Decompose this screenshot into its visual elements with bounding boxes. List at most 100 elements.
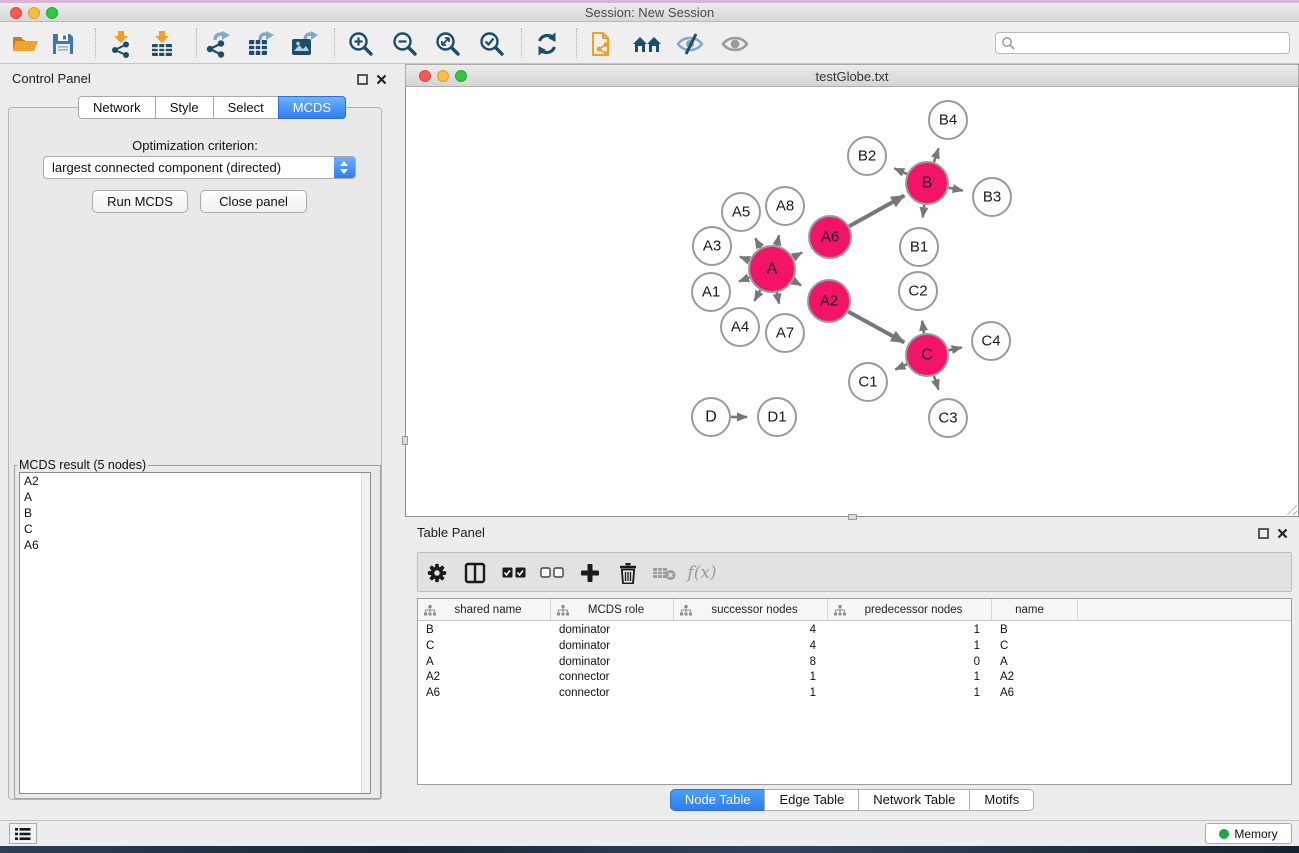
export-image-icon[interactable] <box>288 29 320 58</box>
task-list-button[interactable] <box>9 823 37 844</box>
cell-name[interactable]: A2 <box>992 670 1078 686</box>
tab-motifs[interactable]: Motifs <box>969 789 1034 811</box>
close-panel-button[interactable]: Close panel <box>200 190 307 213</box>
window-edge-handle[interactable] <box>848 514 857 520</box>
float-panel-icon[interactable] <box>357 72 368 83</box>
cell-successor-nodes[interactable]: 1 <box>674 686 828 702</box>
mcds-result-item[interactable]: B <box>20 505 370 521</box>
search-input[interactable] <box>1015 34 1289 52</box>
zoom-in-magnifier-icon[interactable] <box>345 29 377 58</box>
save-floppy-icon[interactable] <box>47 29 79 58</box>
cell-successor-nodes[interactable]: 4 <box>674 623 828 639</box>
cell-predecessor-nodes[interactable]: 1 <box>828 623 992 639</box>
graph-edge-A-A7[interactable] <box>777 293 779 304</box>
graph-edge-B-B1[interactable] <box>923 205 925 217</box>
close-panel-icon[interactable] <box>376 72 387 83</box>
graph-edge-A-A3[interactable] <box>740 257 750 261</box>
cell-MCDS-role[interactable]: dominator <box>551 639 674 655</box>
graph-edge-B-B2[interactable] <box>894 168 907 174</box>
column-header-successor-nodes[interactable]: successor nodes <box>674 599 828 621</box>
mcds-result-list[interactable]: A2ABCA6 <box>19 472 371 794</box>
close-table-panel-icon[interactable] <box>1277 526 1288 537</box>
cell-name[interactable]: A <box>992 655 1078 671</box>
table-row[interactable]: Cdominator41C <box>418 639 1291 655</box>
eye-slash-icon[interactable] <box>674 29 706 58</box>
houses-icon[interactable] <box>631 29 663 58</box>
trash-icon[interactable] <box>613 559 643 587</box>
network-canvas[interactable]: B4B2BB3A8A5A6A3B1AA1C2A2A4A7C4CC1C3DD1 <box>405 87 1299 517</box>
toolbar-search[interactable] <box>995 32 1290 54</box>
graph-edge-C-C2[interactable] <box>922 321 924 334</box>
open-folder-icon[interactable] <box>9 29 41 58</box>
unchecked-checkboxes-icon[interactable] <box>537 559 567 587</box>
cell-successor-nodes[interactable]: 8 <box>674 655 828 671</box>
zoom-selected-magnifier-icon[interactable] <box>476 29 508 58</box>
zoom-fit-magnifier-icon[interactable] <box>432 29 464 58</box>
network-graph[interactable]: B4B2BB3A8A5A6A3B1AA1C2A2A4A7C4CC1C3DD1 <box>406 87 1298 515</box>
cell-predecessor-nodes[interactable]: 0 <box>828 655 992 671</box>
mcds-result-item[interactable]: A6 <box>20 537 370 553</box>
graph-edge-C-C4[interactable] <box>948 347 961 350</box>
column-header-predecessor-nodes[interactable]: predecessor nodes <box>828 599 992 621</box>
graph-edge-C-C1[interactable] <box>895 364 907 369</box>
refresh-arrows-icon[interactable] <box>531 29 563 58</box>
cell-successor-nodes[interactable]: 4 <box>674 639 828 655</box>
memory-button[interactable]: Memory <box>1205 823 1292 844</box>
gear-icon[interactable] <box>422 559 452 587</box>
cell-shared-name[interactable]: A <box>418 655 551 671</box>
network-document-icon[interactable] <box>588 29 620 58</box>
dropdown-stepper-icon[interactable] <box>334 157 355 178</box>
graph-edge-A-A4[interactable] <box>754 290 760 301</box>
table-row[interactable]: Adominator80A <box>418 655 1291 671</box>
graph-edge-C-C3[interactable] <box>934 376 939 390</box>
cell-name[interactable]: B <box>992 623 1078 639</box>
graph-edge-A-A2[interactable] <box>793 281 801 286</box>
tab-mcds[interactable]: MCDS <box>278 96 346 119</box>
graph-edge-A2-C[interactable] <box>848 312 904 343</box>
optimization-criterion-dropdown[interactable]: largest connected component (directed) <box>43 156 356 179</box>
graph-edge-A-A6[interactable] <box>793 252 802 257</box>
table-row[interactable]: A6connector11A6 <box>418 686 1291 702</box>
mcds-result-item[interactable]: C <box>20 521 370 537</box>
graph-edge-A6-B[interactable] <box>849 196 904 227</box>
run-mcds-button[interactable]: Run MCDS <box>92 190 188 213</box>
export-table-icon[interactable] <box>245 29 277 58</box>
eye-icon[interactable] <box>719 29 751 58</box>
tab-edge-table[interactable]: Edge Table <box>764 789 859 811</box>
network-window-titlebar[interactable]: testGlobe.txt <box>405 64 1299 87</box>
graph-edge-A-A8[interactable] <box>777 235 779 245</box>
delete-table-icon[interactable] <box>649 559 679 587</box>
graph-edge-A-A1[interactable] <box>739 277 749 281</box>
tab-style[interactable]: Style <box>155 96 214 119</box>
export-network-icon[interactable] <box>203 29 235 58</box>
cell-shared-name[interactable]: A6 <box>418 686 551 702</box>
cell-MCDS-role[interactable]: dominator <box>551 655 674 671</box>
table-row[interactable]: Bdominator41B <box>418 623 1291 639</box>
cell-MCDS-role[interactable]: connector <box>551 670 674 686</box>
cell-shared-name[interactable]: C <box>418 639 551 655</box>
function-fx-icon[interactable]: f(x) <box>687 559 717 587</box>
cell-successor-nodes[interactable]: 1 <box>674 670 828 686</box>
cell-predecessor-nodes[interactable]: 1 <box>828 670 992 686</box>
node-table[interactable]: shared nameMCDS rolesuccessor nodesprede… <box>417 598 1292 785</box>
float-table-panel-icon[interactable] <box>1258 526 1269 537</box>
window-edge-handle[interactable] <box>402 436 408 445</box>
table-row[interactable]: A2connector11A2 <box>418 670 1291 686</box>
checked-checkboxes-icon[interactable] <box>499 559 529 587</box>
mcds-result-item[interactable]: A <box>20 489 370 505</box>
cell-shared-name[interactable]: A2 <box>418 670 551 686</box>
tab-select[interactable]: Select <box>213 96 279 119</box>
main-titlebar[interactable]: Session: New Session <box>0 3 1299 22</box>
tab-node-table[interactable]: Node Table <box>670 789 766 811</box>
import-network-icon[interactable] <box>106 29 138 58</box>
tab-network-table[interactable]: Network Table <box>858 789 970 811</box>
cell-name[interactable]: A6 <box>992 686 1078 702</box>
column-header-name[interactable]: name <box>992 599 1078 621</box>
graph-edge-B-B3[interactable] <box>949 188 963 191</box>
cell-MCDS-role[interactable]: connector <box>551 686 674 702</box>
graph-edge-B-B4[interactable] <box>934 148 939 162</box>
plus-icon[interactable] <box>575 559 605 587</box>
mcds-result-item[interactable]: A2 <box>20 473 370 489</box>
cell-shared-name[interactable]: B <box>418 623 551 639</box>
cell-name[interactable]: C <box>992 639 1078 655</box>
